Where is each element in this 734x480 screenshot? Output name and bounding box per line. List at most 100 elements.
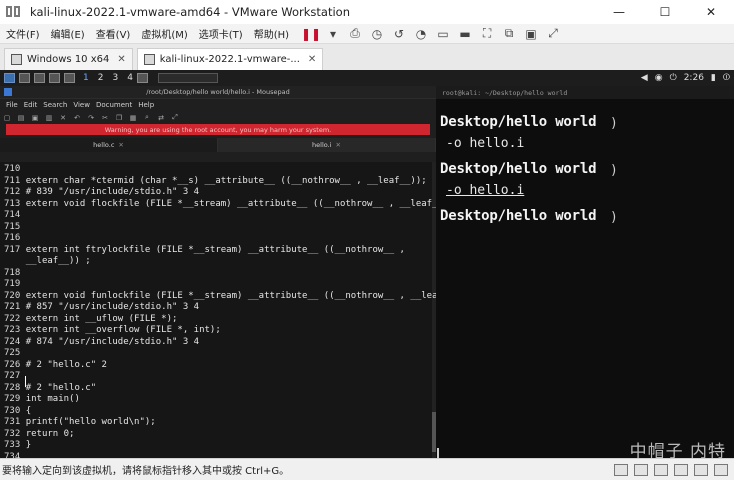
terminal-window[interactable]: root@kali: ~/Desktop/hello world Desktop… xyxy=(436,86,734,458)
code-line: __leaf__)) ; xyxy=(4,256,91,267)
maximize-button[interactable]: ☐ xyxy=(642,0,688,24)
mp-menu-document[interactable]: Document xyxy=(96,101,132,109)
send-ctrl-alt-del-icon[interactable]: ⎙ xyxy=(344,25,366,43)
line-number: 726 xyxy=(4,359,21,370)
mousepad-menubar: File Edit Search View Document Help xyxy=(0,99,436,111)
power-icon[interactable]: ⏻ xyxy=(670,73,677,83)
tab-windows10[interactable]: Windows 10 x64 ✕ xyxy=(4,48,133,70)
open-file-icon[interactable]: ▤ xyxy=(14,114,28,122)
code-line: 730 { xyxy=(4,406,31,417)
mp-menu-search[interactable]: Search xyxy=(43,101,67,109)
code-text: extern int __uflow (FILE *); xyxy=(25,313,178,324)
line-number: 722 xyxy=(4,313,21,324)
mp-menu-help[interactable]: Help xyxy=(138,101,154,109)
snapshot-manager-icon[interactable]: ◔ xyxy=(410,25,432,43)
root-warning-banner: Warning, you are using the root account,… xyxy=(6,124,430,135)
tab-close-icon[interactable]: ✕ xyxy=(308,54,316,65)
fullscreen-icon[interactable]: ⛶ xyxy=(476,25,498,43)
notification-icon[interactable]: ◉ xyxy=(655,73,663,83)
show-desktop-icon[interactable] xyxy=(19,73,30,83)
code-text: int main() xyxy=(25,394,80,404)
menu-tabs[interactable]: 选项卡(T) xyxy=(193,26,248,41)
pause-icon[interactable]: ❚❚ xyxy=(300,25,322,43)
save-file-icon[interactable]: ▣ xyxy=(28,114,42,122)
copy-icon[interactable]: ❐ xyxy=(112,114,126,122)
line-number: 713 xyxy=(4,198,21,209)
taskbar-item[interactable] xyxy=(157,73,218,83)
new-file-icon[interactable]: ▢ xyxy=(0,114,14,122)
menu-vm[interactable]: 虚拟机(M) xyxy=(135,26,192,41)
kali-menu-icon[interactable] xyxy=(4,73,15,83)
line-number: 716 xyxy=(4,233,21,243)
console-icon[interactable]: ▣ xyxy=(520,25,542,43)
sound-status-icon[interactable] xyxy=(694,463,708,476)
workspace-3[interactable]: 3 xyxy=(112,73,118,83)
cdrom-status-icon[interactable] xyxy=(634,463,648,476)
code-editor[interactable]: 710 711 extern char *ctermid (char *__s)… xyxy=(0,162,470,458)
guest-display[interactable]: 1 2 3 4 ◀ ◉ ⏻ 2:26 ▮ ⏼ /root/Desktop/hel… xyxy=(0,70,734,458)
thumbnail-icon[interactable]: ▬ xyxy=(454,25,476,43)
find-icon[interactable]: ⌕ xyxy=(140,113,154,122)
mp-menu-edit[interactable]: Edit xyxy=(24,101,38,109)
dropdown-arrow-icon[interactable]: ▾ xyxy=(322,25,344,43)
display-status-icon[interactable] xyxy=(714,463,728,476)
line-number: 712 xyxy=(4,187,21,197)
menu-edit[interactable]: 编辑(E) xyxy=(45,26,90,41)
undo-icon[interactable]: ↶ xyxy=(70,114,84,122)
menu-file[interactable]: 文件(F) xyxy=(0,26,45,41)
snapshot-icon[interactable]: ◷ xyxy=(366,25,388,43)
unity-icon[interactable]: ⧉ xyxy=(498,25,520,43)
power-menu-icon[interactable]: ⏼ xyxy=(723,73,730,83)
terminal-task-icon[interactable] xyxy=(136,73,148,83)
paste-icon[interactable]: ▦ xyxy=(126,114,140,122)
volume-icon[interactable]: ◀ xyxy=(641,73,648,83)
terminal-prompt-path: Desktop/hello world xyxy=(440,161,597,177)
menu-help[interactable]: 帮助(H) xyxy=(248,26,294,41)
doc-tab-close-icon[interactable]: ✕ xyxy=(336,141,341,149)
revert-snapshot-icon[interactable]: ↺ xyxy=(388,25,410,43)
redo-icon[interactable]: ↷ xyxy=(84,114,98,122)
browser-launcher-icon[interactable] xyxy=(64,73,75,83)
code-line: 714 xyxy=(4,210,26,221)
fullscreen-toggle-icon[interactable]: ⤢ xyxy=(168,113,182,122)
close-button[interactable]: ✕ xyxy=(688,0,734,24)
code-line: 711 extern char *ctermid (char *__s) __a… xyxy=(4,176,427,187)
terminal-launcher-icon[interactable] xyxy=(49,73,60,83)
line-number: 733 xyxy=(4,440,21,450)
save-as-icon[interactable]: ▥ xyxy=(42,114,56,122)
doc-tab-hello-c[interactable]: hello.c ✕ xyxy=(0,138,218,152)
sidebar-toggle-icon[interactable]: ▭ xyxy=(432,25,454,43)
mousepad-title: /root/Desktop/hello world/hello.i - Mous… xyxy=(146,88,290,96)
doc-tab-hello-i[interactable]: hello.i ✕ xyxy=(218,138,436,152)
prompt-bracket: ) xyxy=(610,210,618,225)
cut-icon[interactable]: ✂ xyxy=(98,114,112,122)
line-number: 723 xyxy=(4,325,21,335)
mp-menu-view[interactable]: View xyxy=(73,101,90,109)
mp-menu-file[interactable]: File xyxy=(6,101,18,109)
tab-close-icon[interactable]: ✕ xyxy=(117,54,125,65)
tab-kali[interactable]: kali-linux-2022.1-vmware-... ✕ xyxy=(136,48,324,70)
usb-status-icon[interactable] xyxy=(674,463,688,476)
lock-icon[interactable]: ▮ xyxy=(711,73,716,83)
vmware-logo-icon xyxy=(6,6,22,18)
code-line: 726 # 2 "hello.c" 2 xyxy=(4,360,107,371)
code-text: } xyxy=(25,440,32,450)
terminal-command: -o hello.i xyxy=(446,183,525,198)
code-text: extern int ftrylockfile (FILE *__stream)… xyxy=(25,244,405,255)
code-text: { xyxy=(25,405,32,416)
doc-tab-close-icon[interactable]: ✕ xyxy=(118,141,123,149)
stretch-icon[interactable]: ⤢ xyxy=(542,25,564,43)
doc-tab-label: hello.i xyxy=(312,141,332,149)
menu-view[interactable]: 查看(V) xyxy=(90,26,136,41)
hdd-status-icon[interactable] xyxy=(614,463,628,476)
workspace-1[interactable]: 1 xyxy=(83,73,89,83)
workspace-4[interactable]: 4 xyxy=(127,73,133,83)
network-status-icon[interactable] xyxy=(654,463,668,476)
code-line: 719 xyxy=(4,279,26,290)
replace-icon[interactable]: ⇄ xyxy=(154,114,168,122)
window-title: kali-linux-2022.1-vmware-amd64 - VMware … xyxy=(30,5,350,19)
file-manager-icon[interactable] xyxy=(34,73,45,83)
close-doc-icon[interactable]: ✕ xyxy=(56,114,70,122)
workspace-2[interactable]: 2 xyxy=(98,73,104,83)
minimize-button[interactable]: — xyxy=(596,0,642,24)
